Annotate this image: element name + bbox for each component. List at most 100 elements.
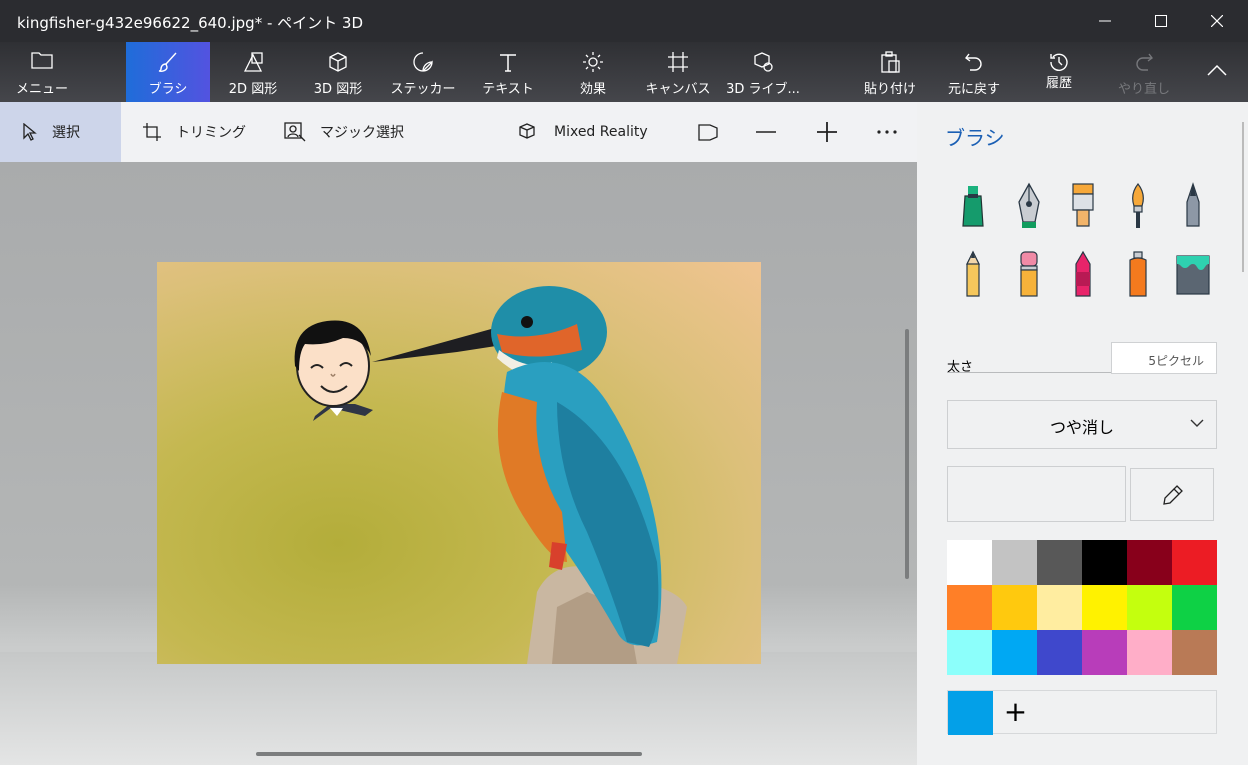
color-swatch[interactable] bbox=[1082, 585, 1127, 630]
mixed-reality-label: Mixed Reality bbox=[554, 124, 648, 140]
zoom-in-button[interactable] bbox=[816, 102, 852, 162]
minimize-button[interactable] bbox=[1077, 0, 1133, 42]
color-swatch[interactable] bbox=[947, 585, 992, 630]
brush-panel: ブラシ 太さ 5ピクセル つや消し + bbox=[917, 102, 1248, 765]
color-preview bbox=[947, 466, 1126, 522]
kingfisher-photo[interactable] bbox=[157, 262, 761, 664]
sticker-icon bbox=[413, 52, 433, 72]
tab-sticker[interactable]: ステッカー bbox=[381, 42, 465, 102]
maximize-icon bbox=[1155, 15, 1167, 27]
crop-label: トリミング bbox=[176, 125, 246, 141]
color-swatch[interactable] bbox=[1127, 540, 1172, 585]
panel-title: ブラシ bbox=[945, 126, 1005, 150]
chevron-up-icon bbox=[1207, 64, 1227, 76]
color-swatch[interactable] bbox=[1127, 630, 1172, 675]
color-swatch[interactable] bbox=[992, 585, 1037, 630]
crop-icon bbox=[143, 123, 161, 141]
color-swatch[interactable] bbox=[1172, 540, 1217, 585]
view-button[interactable] bbox=[697, 102, 733, 162]
crop-button[interactable]: トリミング bbox=[142, 102, 246, 162]
chevron-down-icon bbox=[1190, 419, 1204, 427]
color-swatch[interactable] bbox=[947, 630, 992, 675]
color-palette bbox=[947, 540, 1217, 675]
select-button[interactable]: 選択 bbox=[0, 102, 121, 162]
calligraphy-pen-icon[interactable] bbox=[1009, 182, 1049, 230]
tab-text[interactable]: テキスト bbox=[466, 42, 550, 102]
current-color-swatch[interactable] bbox=[948, 691, 993, 735]
horizontal-scrollbar[interactable] bbox=[256, 752, 642, 756]
spray-can-icon[interactable] bbox=[1118, 250, 1158, 298]
thickness-slider[interactable] bbox=[947, 372, 1117, 373]
tab-brush[interactable]: ブラシ bbox=[126, 42, 210, 102]
color-swatch[interactable] bbox=[1037, 540, 1082, 585]
marker-icon[interactable] bbox=[953, 182, 993, 230]
color-swatch[interactable] bbox=[992, 540, 1037, 585]
cube-icon bbox=[329, 52, 347, 72]
finish-value: つや消し bbox=[1049, 418, 1114, 437]
minimize-icon bbox=[1099, 20, 1111, 22]
magic-select-button[interactable]: マジック選択 bbox=[284, 102, 404, 162]
kingfisher-image bbox=[372, 286, 687, 664]
thickness-input[interactable]: 5ピクセル bbox=[1111, 342, 1217, 374]
redo-icon bbox=[1136, 53, 1153, 71]
color-swatch[interactable] bbox=[947, 540, 992, 585]
face-sticker[interactable] bbox=[285, 316, 380, 431]
magic-select-icon bbox=[284, 122, 306, 142]
paste-label: 貼り付け bbox=[863, 82, 916, 97]
color-swatch[interactable] bbox=[1172, 585, 1217, 630]
menu-button[interactable]: メニュー bbox=[0, 42, 84, 102]
pencil-icon[interactable] bbox=[953, 250, 993, 298]
color-swatch[interactable] bbox=[1082, 540, 1127, 585]
canvas-icon bbox=[668, 52, 688, 72]
panel-scrollbar[interactable] bbox=[1242, 122, 1244, 272]
tab-3d-shapes[interactable]: 3D 図形 bbox=[296, 42, 380, 102]
tab-effects[interactable]: 効果 bbox=[551, 42, 635, 102]
color-swatch[interactable] bbox=[1037, 585, 1082, 630]
oil-brush-icon[interactable] bbox=[1063, 182, 1103, 230]
2d-shapes-icon bbox=[243, 52, 263, 72]
tab-2d-shapes[interactable]: 2D 図形 bbox=[211, 42, 295, 102]
window-title: kingfisher-g432e96622_640.jpg* - ペイント 3D bbox=[17, 14, 364, 32]
color-swatch[interactable] bbox=[1127, 585, 1172, 630]
cursor-icon bbox=[23, 123, 37, 141]
title-bar: kingfisher-g432e96622_640.jpg* - ペイント 3D bbox=[0, 0, 1248, 42]
crayon-icon[interactable] bbox=[1063, 250, 1103, 298]
tab-sticker-label: ステッカー bbox=[390, 82, 456, 97]
text-icon bbox=[500, 54, 516, 72]
tab-canvas-label: キャンバス bbox=[645, 82, 711, 97]
add-color-button[interactable]: + bbox=[993, 691, 1038, 735]
tab-3d-library[interactable]: 3D ライブ... bbox=[721, 42, 805, 102]
main-toolbar: メニュー ブラシ 2D 図形 3D 図形 ステッカー テキスト 効果 キャンバス… bbox=[0, 42, 1248, 102]
undo-label: 元に戻す bbox=[947, 82, 1000, 97]
tab-canvas[interactable]: キャンバス bbox=[636, 42, 720, 102]
close-button[interactable] bbox=[1189, 0, 1245, 42]
sun-icon bbox=[583, 52, 603, 72]
maximize-button[interactable] bbox=[1133, 0, 1189, 42]
select-label: 選択 bbox=[52, 125, 80, 141]
color-swatch[interactable] bbox=[1172, 630, 1217, 675]
vertical-scrollbar[interactable] bbox=[905, 329, 909, 579]
redo-button[interactable]: やり直し bbox=[1102, 42, 1186, 102]
color-swatch[interactable] bbox=[992, 630, 1037, 675]
eraser-icon[interactable] bbox=[1009, 250, 1049, 298]
custom-colors: + bbox=[947, 690, 1217, 735]
undo-button[interactable]: 元に戻す bbox=[932, 42, 1016, 102]
zoom-out-button[interactable] bbox=[756, 102, 790, 162]
redo-label: やり直し bbox=[1117, 82, 1170, 97]
paste-button[interactable]: 貼り付け bbox=[848, 42, 932, 102]
fill-bucket-icon[interactable] bbox=[1173, 250, 1213, 298]
flag-icon bbox=[698, 124, 718, 141]
finish-dropdown[interactable]: つや消し bbox=[947, 400, 1217, 449]
more-button[interactable] bbox=[876, 102, 912, 162]
pixel-pen-icon[interactable] bbox=[1173, 182, 1213, 230]
plus-icon bbox=[817, 122, 837, 142]
mixed-reality-button[interactable]: Mixed Reality bbox=[518, 102, 648, 162]
watercolor-brush-icon[interactable] bbox=[1118, 182, 1158, 230]
collapse-toolbar-button[interactable] bbox=[1186, 42, 1248, 102]
canvas-area[interactable] bbox=[0, 162, 917, 765]
color-swatch[interactable] bbox=[1082, 630, 1127, 675]
history-button[interactable]: 履歴 bbox=[1017, 42, 1101, 102]
magic-select-label: マジック選択 bbox=[320, 125, 404, 141]
eyedropper-button[interactable] bbox=[1130, 468, 1214, 521]
color-swatch[interactable] bbox=[1037, 630, 1082, 675]
